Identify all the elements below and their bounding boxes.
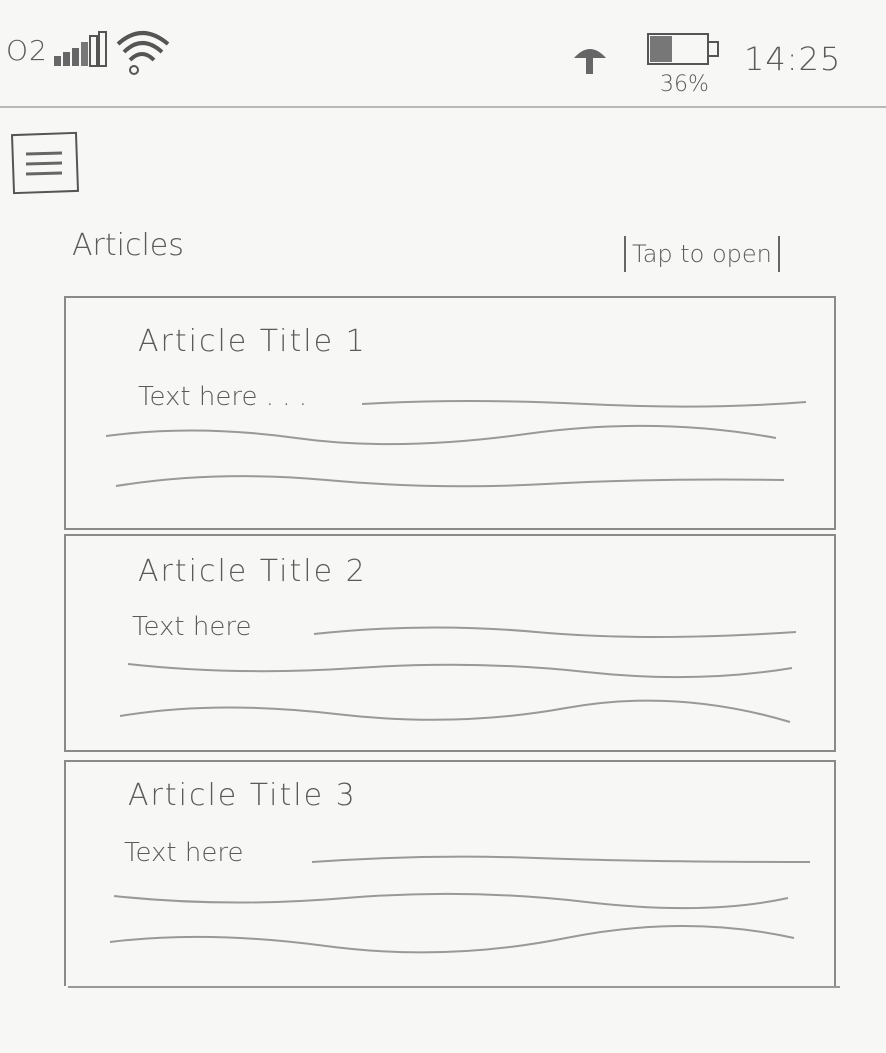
wifi-icon xyxy=(116,31,170,75)
battery-icon xyxy=(647,33,719,65)
tap-to-open-hint: Tap to open xyxy=(624,236,780,272)
page-title: Articles xyxy=(72,228,184,263)
article-card-2[interactable]: Article Title 2 Text here xyxy=(64,534,836,752)
article-card-3[interactable]: Article Title 3 Text here xyxy=(64,760,836,986)
status-time: 14:25 xyxy=(744,40,842,78)
battery-percentage: 36% xyxy=(660,72,709,97)
text-scribble-lines xyxy=(119,626,797,723)
weather-icon xyxy=(574,49,606,74)
list-bottom-divider xyxy=(68,986,840,988)
hamburger-menu-icon xyxy=(10,131,80,195)
signal-bars-icon xyxy=(54,31,107,67)
status-bar: O2 36% 14:25 xyxy=(0,0,886,108)
article-card-1[interactable]: Article Title 1 Text here . . . xyxy=(64,296,836,530)
text-scribble-lines xyxy=(109,855,811,954)
carrier-name: O2 xyxy=(6,34,48,67)
menu-button[interactable] xyxy=(10,128,80,196)
text-scribble-lines xyxy=(105,400,807,488)
